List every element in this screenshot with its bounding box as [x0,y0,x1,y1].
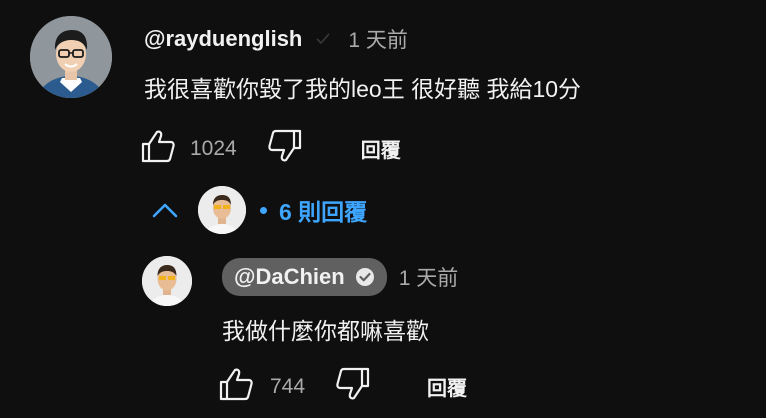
like-count: 1024 [190,136,237,160]
chevron-up-icon [148,195,182,225]
reply-text: 我做什麼你都嘛喜歡 [222,318,429,344]
commenter-avatar-image [30,16,112,98]
replies-toggle[interactable]: 6 則回覆 [148,186,367,234]
comment-thread: @rayduenglish 1 天前 我很喜歡你毀了我的leo王 很好聽 我給1… [0,0,766,418]
reply-header: @DaChien 1 天前 [222,258,458,296]
commenter-avatar[interactable] [30,16,112,98]
reply-author-avatar[interactable] [142,256,192,306]
replies-count-label: 6 則回覆 [279,199,368,225]
comment-header: @rayduenglish 1 天前 [144,24,408,54]
reply-actions: 744 回覆 [218,366,467,407]
reply-reply-button[interactable]: 回覆 [427,372,467,401]
dislike-icon[interactable] [267,128,303,169]
reply-button[interactable]: 回覆 [361,134,401,163]
creator-avatar-small [198,186,246,234]
dislike-icon[interactable] [335,366,371,407]
reply-author-avatar-image [142,256,192,306]
check-icon [314,30,332,48]
reply-author: @DaChien [234,264,345,289]
verified-icon [355,267,375,287]
reply-timestamp[interactable]: 1 天前 [399,262,459,292]
reply-like-count: 744 [270,374,306,398]
comment-timestamp[interactable]: 1 天前 [348,24,408,54]
channel-owner-chip[interactable]: @DaChien [222,258,387,296]
separator-dot [260,206,267,214]
like-icon[interactable] [140,128,176,169]
comment-actions: 1024 回覆 [140,128,401,169]
comment-author[interactable]: @rayduenglish [144,26,302,52]
like-icon[interactable] [218,366,254,407]
comment-text: 我很喜歡你毀了我的leo王 很好聽 我給10分 [144,76,582,102]
